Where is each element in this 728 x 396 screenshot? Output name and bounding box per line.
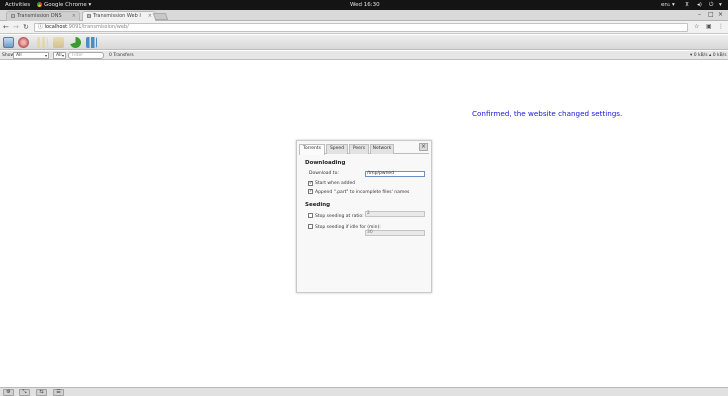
chevron-down-icon: ▾ — [44, 53, 47, 58]
stop-ratio-input[interactable]: 2 — [365, 211, 425, 217]
menu-icon[interactable]: ⋮ — [718, 23, 724, 30]
chrome-logo-icon — [37, 2, 42, 7]
close-icon[interactable]: × — [419, 143, 428, 151]
start-when-added-checkbox[interactable]: ✓ — [308, 181, 313, 186]
extension-icon[interactable]: ▣ — [706, 23, 712, 30]
tab-peers[interactable]: Peers — [349, 144, 369, 154]
sort-menu-button[interactable]: ☰ — [53, 389, 64, 396]
settings-gear-button[interactable]: ⚙ — [3, 389, 14, 396]
filter-bar: Show All ▾ All ▾ Filter 0 Transfers ▾ 0 kB… — [0, 51, 728, 60]
resume-torrent-button[interactable] — [53, 37, 64, 48]
stop-idle-checkbox[interactable] — [308, 224, 313, 229]
minimize-icon[interactable]: – — [698, 11, 701, 18]
volume-icon[interactable]: ◂) — [697, 2, 702, 8]
remove-torrent-button[interactable] — [18, 37, 29, 48]
bottom-toolbar: ⚙ ⤡ ⇆ ☰ — [0, 387, 728, 396]
new-tab-button[interactable] — [152, 13, 169, 20]
stop-ratio-checkbox[interactable] — [308, 213, 313, 218]
window-close-icon[interactable]: × — [718, 11, 723, 18]
append-part-checkbox[interactable]: ✓ — [308, 189, 313, 194]
start-when-added-label: Start when added — [315, 181, 356, 186]
clock[interactable]: Wed 16:30 — [350, 2, 380, 8]
tab-torrents[interactable]: Torrents — [299, 144, 325, 155]
address-bar[interactable]: ⓘ localhost:9091/transmission/web/ — [34, 23, 688, 32]
maximize-icon[interactable]: □ — [708, 11, 714, 18]
upload-speed: ▴ 0 kB/s — [709, 53, 727, 58]
tab-transmission-dns[interactable]: Transmission DNS × — [6, 11, 80, 21]
chevron-down-icon: ▾ — [719, 2, 722, 8]
tab-speed[interactable]: Speed — [326, 144, 348, 154]
back-icon[interactable]: ← — [3, 23, 9, 31]
turtle-mode-button[interactable]: ⇆ — [36, 389, 47, 396]
chevron-down-icon: ▾ — [61, 53, 64, 58]
download-dir-input[interactable]: /tmp/pwned — [365, 171, 425, 177]
gnome-top-bar: Activities Google Chrome ▾ Wed 16:30 en₁… — [0, 0, 728, 10]
downloading-heading: Downloading — [305, 160, 346, 166]
address-path: :9091/transmission/web/ — [67, 24, 129, 30]
preferences-dialog: Torrents Speed Peers Network Downloading… — [296, 140, 432, 293]
input-locale[interactable]: en₁ — [661, 2, 670, 8]
stop-idle-input[interactable]: 30 — [365, 230, 425, 236]
close-icon[interactable]: × — [148, 13, 152, 19]
pause-torrent-button[interactable] — [37, 37, 48, 48]
page-info-icon[interactable]: ⓘ — [38, 24, 45, 30]
tab-transmission-web[interactable]: Transmission Web I × — [82, 11, 156, 21]
page-favicon-icon — [87, 14, 91, 18]
chevron-down-icon: ▾ — [672, 2, 675, 8]
tab-label: Transmission DNS — [17, 13, 62, 19]
pause-all-button[interactable] — [86, 37, 97, 48]
tab-network[interactable]: Network — [370, 144, 394, 154]
seeding-heading: Seeding — [305, 202, 331, 208]
bookmark-star-icon[interactable]: ☆ — [694, 23, 699, 30]
state-filter-value: All — [16, 53, 22, 58]
browser-toolbar: ← → ↻ ⓘ localhost:9091/transmission/web/… — [0, 21, 728, 34]
chevron-down-icon: ▾ — [88, 2, 92, 8]
network-icon[interactable]: ⊼ — [685, 2, 689, 8]
preferences-tabs: Torrents Speed Peers Network — [299, 143, 429, 155]
download-to-label: Download to: — [309, 171, 339, 176]
tab-strip: Transmission DNS × Transmission Web I × … — [0, 10, 728, 21]
stop-ratio-label: Stop seeding at ratio: — [315, 214, 364, 219]
append-part-label: Append ".part" to incomplete files' name… — [315, 190, 410, 195]
page-favicon-icon — [11, 14, 15, 18]
transfer-count: 0 Transfers — [109, 53, 134, 58]
close-icon[interactable]: × — [72, 13, 76, 19]
tracker-filter-value: All — [56, 53, 62, 58]
activities-button[interactable]: Activities — [5, 2, 30, 8]
download-speed: ▾ 0 kB/s — [690, 53, 708, 58]
open-torrent-button[interactable] — [3, 37, 14, 48]
address-host: localhost — [44, 24, 68, 30]
state-filter-select[interactable]: All ▾ — [13, 52, 49, 59]
compact-view-button[interactable]: ⤡ — [19, 389, 30, 396]
transmission-toolbar — [0, 35, 728, 50]
forward-icon[interactable]: → — [13, 23, 19, 31]
resume-all-button[interactable] — [70, 37, 81, 48]
tracker-filter-select[interactable]: All ▾ — [53, 52, 66, 59]
app-menu[interactable]: Google Chrome ▾ — [37, 2, 91, 8]
app-name: Google Chrome — [44, 2, 87, 8]
tab-label: Transmission Web I — [93, 13, 141, 19]
reload-icon[interactable]: ↻ — [23, 23, 29, 31]
power-icon[interactable]: ⏻ — [709, 2, 713, 8]
torrent-search-input[interactable]: Filter — [68, 52, 104, 59]
confirmation-message: Confirmed, the website changed settings. — [472, 109, 623, 118]
